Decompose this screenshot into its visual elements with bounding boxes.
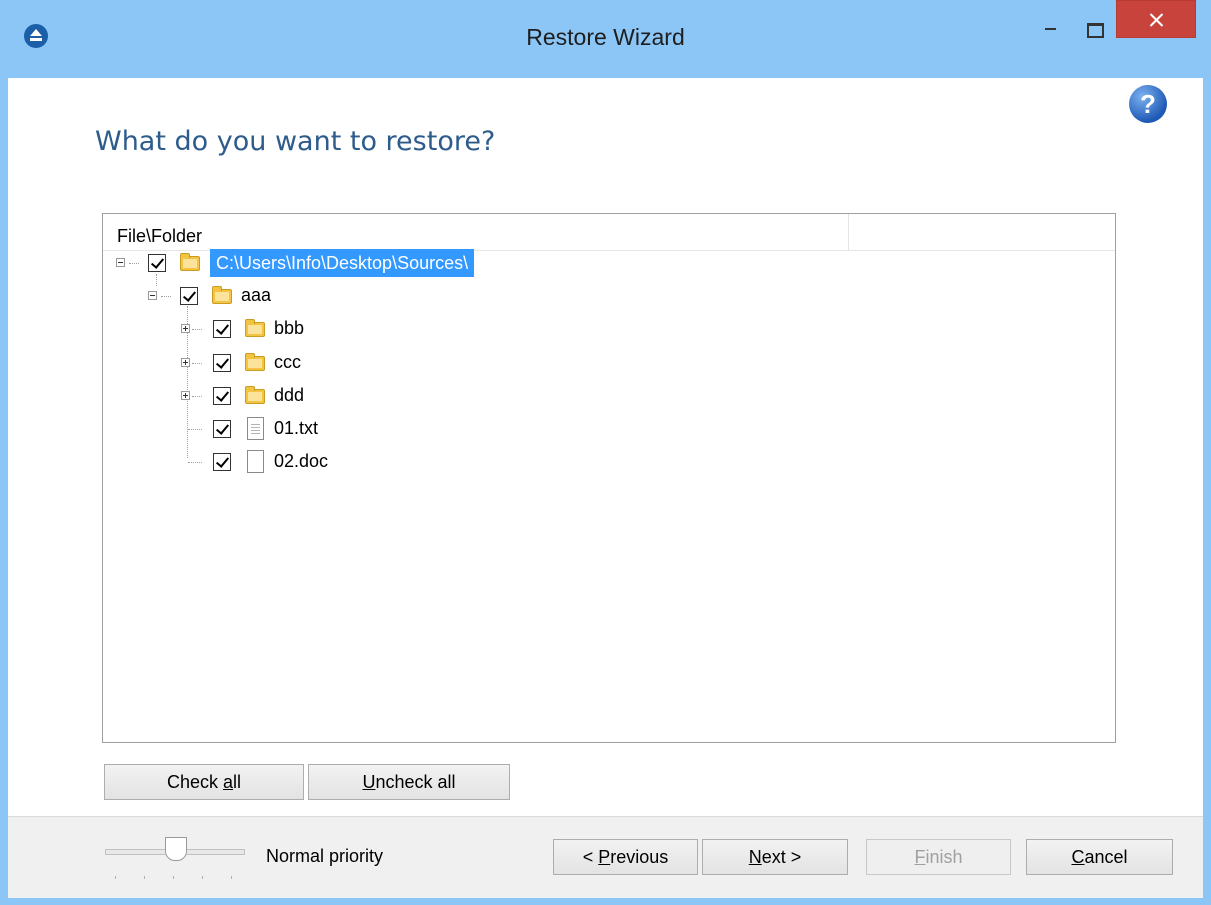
tree-header: File\Folder [103, 214, 1115, 251]
tree-node-aaa[interactable]: aaa [103, 282, 403, 310]
button-label-accesskey: P [598, 847, 611, 867]
button-label: Check [166, 772, 223, 792]
button-label: ext > [761, 847, 802, 867]
folder-icon [245, 386, 265, 404]
priority-slider-ticks [115, 876, 245, 879]
text-file-icon [247, 417, 264, 440]
folder-icon [245, 353, 265, 371]
restore-wizard-window: Restore Wizard ? What do you want to res… [0, 0, 1211, 905]
wizard-footer: Normal priority < Previous Next > Finish… [8, 816, 1203, 898]
check-all-button[interactable]: Check all [104, 764, 304, 800]
tree-node-02-doc[interactable]: 02.doc [103, 448, 403, 476]
tree-node-01-txt[interactable]: 01.txt [103, 415, 403, 443]
node-label[interactable]: bbb [274, 318, 304, 339]
node-label[interactable]: C:\Users\Info\Desktop\Sources\ [210, 249, 475, 277]
node-label[interactable]: ddd [274, 385, 304, 406]
column-separator[interactable] [848, 214, 849, 250]
node-checkbox[interactable] [213, 453, 231, 471]
button-label-accesskey: U [362, 772, 376, 792]
node-checkbox[interactable] [213, 320, 231, 338]
node-checkbox[interactable] [180, 287, 198, 305]
node-label[interactable]: aaa [241, 285, 271, 306]
close-button[interactable] [1116, 0, 1196, 38]
button-label-accesskey: F [914, 847, 926, 867]
folder-open-icon [180, 253, 200, 271]
minimize-button[interactable] [1025, 0, 1077, 36]
node-label[interactable]: 01.txt [274, 418, 318, 439]
folder-open-icon [212, 286, 232, 304]
button-label-accesskey: N [748, 847, 762, 867]
wizard-content: ? What do you want to restore? File\Fold… [8, 78, 1203, 898]
help-icon[interactable]: ? [1129, 85, 1167, 123]
priority-slider-thumb[interactable] [165, 837, 187, 861]
uncheck-all-button[interactable]: Uncheck all [308, 764, 510, 800]
column-header-file-folder[interactable]: File\Folder [117, 226, 202, 247]
button-label-accesskey: a [223, 772, 234, 792]
folder-icon [245, 319, 265, 337]
tree-node-ddd[interactable]: ddd [103, 382, 403, 410]
finish-button: Finish [866, 839, 1011, 875]
node-checkbox[interactable] [213, 420, 231, 438]
button-label: revious [610, 847, 669, 867]
expand-icon[interactable] [181, 391, 190, 400]
expand-icon[interactable] [181, 358, 190, 367]
node-label[interactable]: 02.doc [274, 451, 328, 472]
button-label-accesskey: C [1071, 847, 1085, 867]
title-bar[interactable]: Restore Wizard [0, 0, 1211, 78]
tree-node-sources[interactable]: C:\Users\Info\Desktop\Sources\ [103, 249, 603, 277]
page-title: What do you want to restore? [95, 126, 496, 157]
tree-node-bbb[interactable]: bbb [103, 315, 403, 343]
button-label: inish [925, 847, 963, 867]
priority-label: Normal priority [266, 846, 384, 866]
previous-button[interactable]: < Previous [553, 839, 698, 875]
button-label: < [582, 847, 599, 867]
expand-icon[interactable] [181, 324, 190, 333]
button-label: ancel [1084, 847, 1128, 867]
node-checkbox[interactable] [213, 387, 231, 405]
node-label[interactable]: ccc [274, 352, 301, 373]
node-checkbox[interactable] [148, 254, 166, 272]
next-button[interactable]: Next > [702, 839, 848, 875]
file-tree[interactable]: File\Folder C:\Users\Info\Desktop\Source… [102, 213, 1116, 743]
tree-node-ccc[interactable]: ccc [103, 349, 403, 377]
collapse-icon[interactable] [116, 258, 125, 267]
collapse-icon[interactable] [148, 291, 157, 300]
button-label: ll [233, 772, 242, 792]
cancel-button[interactable]: Cancel [1026, 839, 1173, 875]
button-label: ncheck all [375, 772, 456, 792]
node-checkbox[interactable] [213, 354, 231, 372]
document-file-icon [247, 450, 264, 473]
